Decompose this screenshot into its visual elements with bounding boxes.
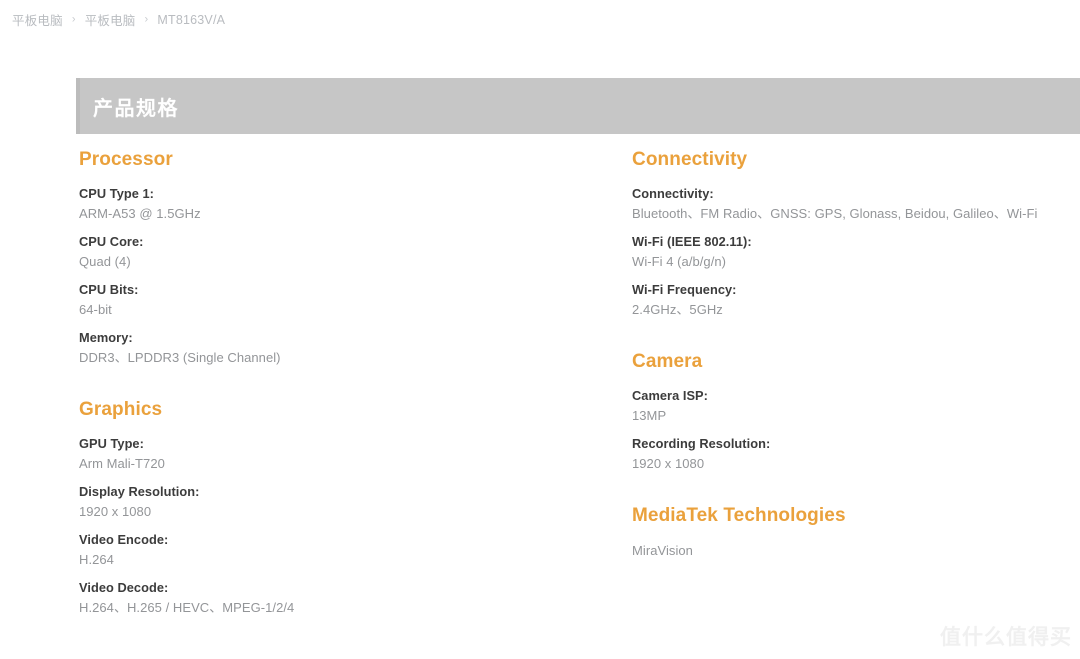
spec-value: Arm Mali-T720 [79, 455, 165, 471]
spec-label: Camera ISP: [632, 388, 708, 404]
section-processor: Processor CPU Type 1: ARM-A53 @ 1.5GHz C… [79, 150, 599, 367]
section-connectivity: Connectivity Connectivity: Bluetooth、FM … [632, 150, 1072, 319]
spec-row: Memory: DDR3、LPDDR3 (Single Channel) [79, 329, 599, 367]
breadcrumb: 平板电脑 › 平板电脑 › MT8163V/A [12, 10, 225, 29]
spec-value: H.264 [79, 551, 114, 567]
spec-value: DDR3、LPDDR3 (Single Channel) [79, 349, 281, 365]
spec-value: 1920 x 1080 [632, 455, 705, 471]
spec-label: CPU Core: [79, 234, 144, 250]
spec-row: Video Decode: H.264、H.265 / HEVC、MPEG-1/… [79, 579, 599, 617]
section-title-camera: Camera [632, 351, 703, 373]
spec-row: Video Encode: H.264 [79, 531, 599, 569]
spec-row: Display Resolution: 1920 x 1080 [79, 483, 599, 521]
section-title-connectivity: Connectivity [632, 149, 748, 170]
spec-label: CPU Bits: [79, 282, 139, 298]
spec-label: Video Encode: [79, 532, 169, 548]
spec-row: Wi-Fi Frequency: 2.4GHz、5GHz [632, 281, 1072, 319]
spec-row: Recording Resolution: 1920 x 1080 [632, 435, 1072, 473]
spec-value: Bluetooth、FM Radio、GNSS: GPS, Glonass, B… [632, 205, 1038, 221]
spec-column-left: Processor CPU Type 1: ARM-A53 @ 1.5GHz C… [79, 150, 599, 617]
spec-label: Wi-Fi Frequency: [632, 282, 737, 298]
spec-value: 2.4GHz、5GHz [632, 301, 723, 317]
spec-label: Video Decode: [79, 580, 169, 596]
breadcrumb-item-2[interactable]: 平板电脑 [85, 10, 136, 29]
spec-column-right: Connectivity Connectivity: Bluetooth、FM … [632, 150, 1072, 561]
section-banner: 产品规格 [76, 78, 1080, 134]
chevron-right-icon: › [144, 13, 149, 25]
product-spec-page: 平板电脑 › 平板电脑 › MT8163V/A 产品规格 Processor C… [0, 0, 1080, 659]
spec-value: Quad (4) [79, 253, 131, 269]
spec-label: Connectivity: [632, 186, 714, 201]
spec-row: MiraVision [632, 541, 1072, 561]
spec-value: Wi-Fi 4 (a/b/g/n) [632, 253, 727, 269]
breadcrumb-item-current: MT8163V/A [157, 12, 226, 27]
section-camera: Camera Camera ISP: 13MP Recording Resolu… [632, 352, 1072, 473]
spec-label: Wi-Fi (IEEE 802.11): [632, 234, 752, 250]
spec-value: MiraVision [632, 543, 693, 559]
spec-label: Memory: [79, 330, 133, 346]
spec-row: CPU Bits: 64-bit [79, 281, 599, 319]
chevron-right-icon: › [71, 13, 76, 25]
spec-row: CPU Core: Quad (4) [79, 233, 599, 271]
spec-row: CPU Type 1: ARM-A53 @ 1.5GHz [79, 185, 599, 223]
site-watermark: 值什么值得买 [940, 625, 1072, 649]
breadcrumb-item-1[interactable]: 平板电脑 [12, 10, 63, 29]
spec-value: 13MP [632, 407, 667, 423]
spec-row: GPU Type: Arm Mali-T720 [79, 435, 599, 473]
spec-row: Camera ISP: 13MP [632, 387, 1072, 425]
spec-value: 1920 x 1080 [79, 503, 152, 519]
section-title-processor: Processor [79, 149, 173, 170]
spec-label: Display Resolution: [79, 484, 200, 500]
spec-label: Recording Resolution: [632, 436, 771, 452]
section-title-graphics: Graphics [79, 399, 163, 421]
page-title: 产品规格 [93, 95, 179, 120]
spec-row: Wi-Fi (IEEE 802.11): Wi-Fi 4 (a/b/g/n) [632, 233, 1072, 271]
section-graphics: Graphics GPU Type: Arm Mali-T720 Display… [79, 400, 599, 617]
section-mediatek-technologies: MediaTek Technologies MiraVision [632, 506, 1072, 561]
spec-label: CPU Type 1: [79, 186, 154, 201]
spec-label: GPU Type: [79, 436, 144, 452]
spec-value: 64-bit [79, 301, 112, 317]
spec-value: H.264、H.265 / HEVC、MPEG-1/2/4 [79, 599, 295, 615]
spec-value: ARM-A53 @ 1.5GHz [79, 205, 201, 221]
spec-row: Connectivity: Bluetooth、FM Radio、GNSS: G… [632, 185, 1072, 223]
section-title-mediatek-technologies: MediaTek Technologies [632, 505, 846, 527]
